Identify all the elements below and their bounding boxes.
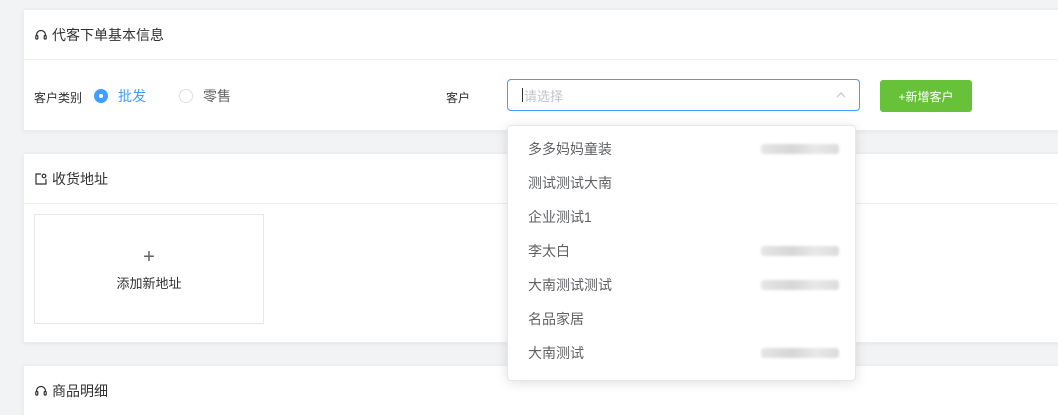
customer-option-name[interactable]: 名品家居 bbox=[528, 309, 584, 329]
customer-option[interactable]: 多多妈妈童装 bbox=[508, 132, 855, 166]
add-address-label[interactable]: 添加新地址 bbox=[116, 273, 181, 292]
radio-wholesale-label[interactable]: 批发 bbox=[118, 86, 146, 106]
customer-option-name[interactable]: 大南测试测试 bbox=[528, 275, 612, 295]
radio-retail[interactable]: 零售 bbox=[179, 86, 231, 106]
customer-label: 客户 bbox=[446, 91, 471, 105]
customer-option-name[interactable]: 测试测试大南 bbox=[528, 173, 612, 193]
customer-option[interactable] bbox=[508, 370, 855, 380]
add-address-box[interactable]: + 添加新地址 bbox=[34, 214, 264, 324]
radio-dot[interactable] bbox=[94, 89, 108, 103]
address-title: 收货地址 bbox=[52, 170, 108, 187]
customer-dropdown: 多多妈妈童装 测试测试大南 企业测试1 李太白大南测试测试 名品家居大南测试 bbox=[507, 125, 856, 381]
basic-info-form: 客户类别 批发 零售 客户 请选择 +新增客户 bbox=[24, 60, 1058, 132]
redacted-phone bbox=[761, 212, 839, 222]
redacted-phone bbox=[761, 348, 839, 358]
customer-option[interactable]: 企业测试1 bbox=[508, 200, 855, 234]
customer-option-name[interactable]: 多多妈妈童装 bbox=[528, 139, 612, 159]
redacted-phone bbox=[761, 144, 839, 154]
customer-option[interactable]: 名品家居 bbox=[508, 302, 855, 336]
radio-retail-label[interactable]: 零售 bbox=[203, 86, 231, 106]
customer-option-name[interactable]: 李太白 bbox=[528, 241, 570, 261]
radio-wholesale[interactable]: 批发 bbox=[94, 86, 146, 106]
location-icon bbox=[34, 172, 48, 186]
chevron-up-icon[interactable] bbox=[835, 89, 847, 101]
customer-option-list: 多多妈妈童装 测试测试大南 企业测试1 李太白大南测试测试 名品家居大南测试 bbox=[508, 132, 855, 380]
customer-option[interactable]: 李太白 bbox=[508, 234, 855, 268]
redacted-phone bbox=[761, 178, 839, 188]
plus-icon[interactable]: + bbox=[143, 247, 155, 267]
customer-option[interactable]: 大南测试 bbox=[508, 336, 855, 370]
radio-dot[interactable] bbox=[179, 89, 193, 103]
text-cursor bbox=[522, 88, 523, 102]
goods-title: 商品明细 bbox=[52, 383, 108, 399]
headset-icon bbox=[34, 384, 48, 398]
basic-info-card: 代客下单基本信息 客户类别 批发 零售 客户 请选择 +新增客户 bbox=[23, 9, 1058, 131]
headset-icon bbox=[34, 28, 48, 42]
customer-option[interactable]: 测试测试大南 bbox=[508, 166, 855, 200]
customer-option-name[interactable]: 企业测试1 bbox=[528, 207, 592, 227]
redacted-phone bbox=[761, 280, 839, 290]
customer-select[interactable]: 请选择 bbox=[507, 79, 860, 111]
basic-info-header: 代客下单基本信息 bbox=[24, 10, 1058, 60]
customer-type-label: 客户类别 bbox=[34, 91, 83, 105]
redacted-phone bbox=[761, 246, 839, 256]
customer-option[interactable]: 大南测试测试 bbox=[508, 268, 855, 302]
customer-select-placeholder[interactable]: 请选择 bbox=[524, 86, 563, 105]
customer-option-name[interactable]: 大南测试 bbox=[528, 343, 584, 363]
redacted-phone bbox=[761, 314, 839, 324]
basic-info-title: 代客下单基本信息 bbox=[52, 26, 164, 43]
add-customer-button[interactable]: +新增客户 bbox=[880, 80, 972, 112]
